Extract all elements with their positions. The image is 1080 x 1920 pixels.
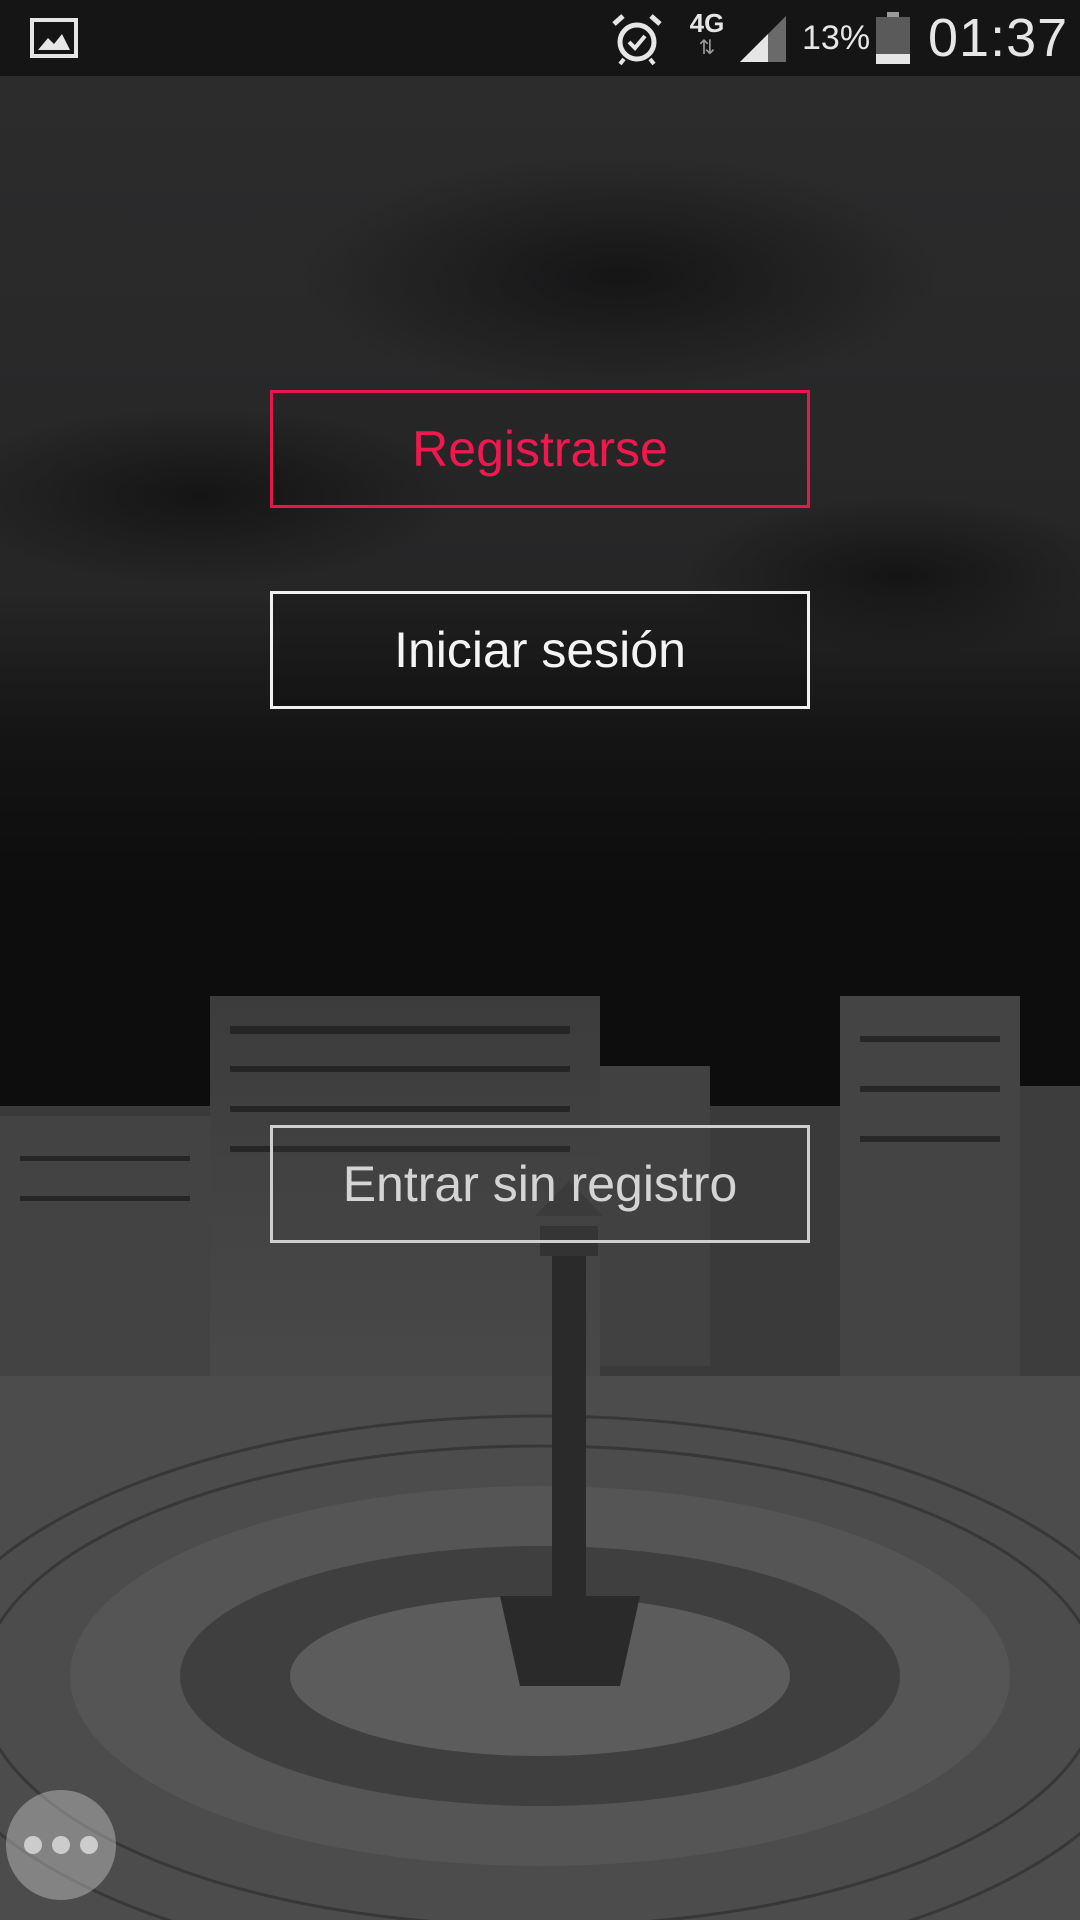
menu-dot-icon <box>52 1836 70 1854</box>
status-bar: 4G ⇅ 13% 01:37 <box>0 0 1080 76</box>
menu-dot-icon <box>24 1836 42 1854</box>
guest-entry-button[interactable]: Entrar sin registro <box>270 1125 810 1243</box>
data-arrows-icon: ⇅ <box>698 35 716 59</box>
gallery-icon <box>30 18 78 58</box>
network-indicator: 4G ⇅ <box>686 10 728 66</box>
signal-icon <box>740 16 786 62</box>
floating-menu-button[interactable] <box>6 1790 116 1900</box>
alarm-icon <box>612 14 662 66</box>
menu-dot-icon <box>80 1836 98 1854</box>
background-cityscape <box>0 76 1080 1920</box>
battery-icon <box>876 12 910 64</box>
battery-percent: 13% <box>802 19 871 57</box>
clock: 01:37 <box>928 8 1069 68</box>
network-type: 4G <box>689 8 725 38</box>
register-button[interactable]: Registrarse <box>270 390 810 508</box>
login-button[interactable]: Iniciar sesión <box>270 591 810 709</box>
